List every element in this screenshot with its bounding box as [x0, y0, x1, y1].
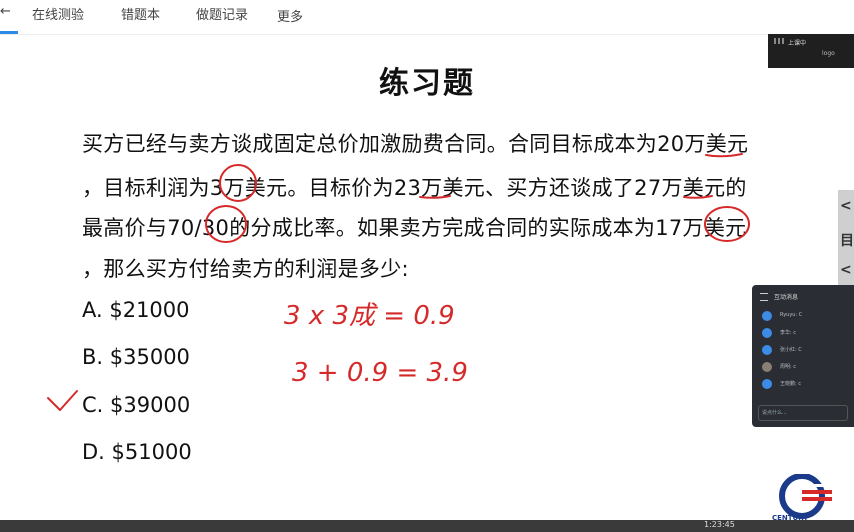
question-line-2: ，目标利润为3万美元。目标价为23万美元、买方还谈成了27万美元的	[82, 176, 747, 200]
nav-active-indicator	[0, 31, 18, 34]
nav-wrong-book[interactable]: 错题本	[121, 4, 160, 23]
ink-calc-line-1: 3 x 3成 = 0.9	[284, 301, 455, 331]
top-nav: ← 在线测验 错题本 做题记录 更多	[0, 0, 854, 35]
side-toolbar[interactable]: < 目 <	[838, 190, 854, 290]
avatar	[762, 362, 772, 372]
video-logo: logo	[822, 50, 835, 57]
side-collapse-icon[interactable]: <	[840, 262, 852, 278]
ink-check-mark	[47, 390, 78, 411]
player-time: 1:23:45	[704, 520, 735, 529]
chat-message: 周明: c	[760, 362, 850, 374]
avatar	[762, 379, 772, 389]
chat-message-text: 张小红: C	[780, 347, 802, 353]
side-catalog-icon[interactable]: 目	[840, 230, 854, 250]
question-line-1: 买方已经与卖方谈成固定总价加激励费合同。合同目标成本为20万美元	[82, 132, 749, 156]
chat-message-text: 周明: c	[780, 364, 797, 370]
option-d[interactable]: D. $51000	[82, 440, 192, 464]
nav-back-icon[interactable]: ←	[0, 4, 11, 19]
avatar	[762, 328, 772, 338]
question-line-3: 最高价与70/30的分成比率。如果卖方完成合同的实际成本为17万美元	[82, 216, 747, 240]
option-a[interactable]: A. $21000	[82, 298, 190, 322]
nav-online-test[interactable]: 在线测验	[32, 4, 84, 23]
chat-message: 张小红: C	[760, 345, 850, 357]
slide-title: 练习题	[379, 66, 475, 101]
question-line-4: ，那么买方付给卖方的利润是多少:	[82, 257, 409, 281]
signal-icon	[774, 38, 784, 44]
nav-history[interactable]: 做题记录	[196, 4, 248, 23]
chat-message: 李华: c	[760, 328, 850, 340]
avatar	[762, 345, 772, 355]
chat-title: 互动消息	[774, 294, 799, 301]
video-thumbnail[interactable]: 上课中	[768, 34, 854, 68]
chat-message-text: 李华: c	[780, 330, 797, 336]
option-c[interactable]: C. $39000	[82, 393, 190, 417]
avatar	[762, 311, 772, 321]
chat-message: Ryuyu: C	[760, 311, 850, 323]
chat-panel: 互动消息 Ryuyu: C 李华: c 张小红: C 周明: c 王晓鹏: c …	[752, 285, 854, 427]
ink-calc-line-2: 3 + 0.9 = 3.9	[292, 358, 468, 388]
chat-message-text: 王晓鹏: c	[780, 381, 802, 387]
live-status: 上课中	[788, 40, 807, 47]
chat-input-placeholder: 说点什么...	[762, 410, 787, 416]
chat-message-text: Ryuyu: C	[780, 312, 803, 318]
chat-message: 王晓鹏: c	[760, 379, 850, 391]
side-expand-icon[interactable]: <	[840, 198, 852, 214]
nav-more[interactable]: 更多	[277, 6, 303, 25]
menu-icon[interactable]	[760, 293, 768, 301]
option-b[interactable]: B. $35000	[82, 345, 190, 369]
